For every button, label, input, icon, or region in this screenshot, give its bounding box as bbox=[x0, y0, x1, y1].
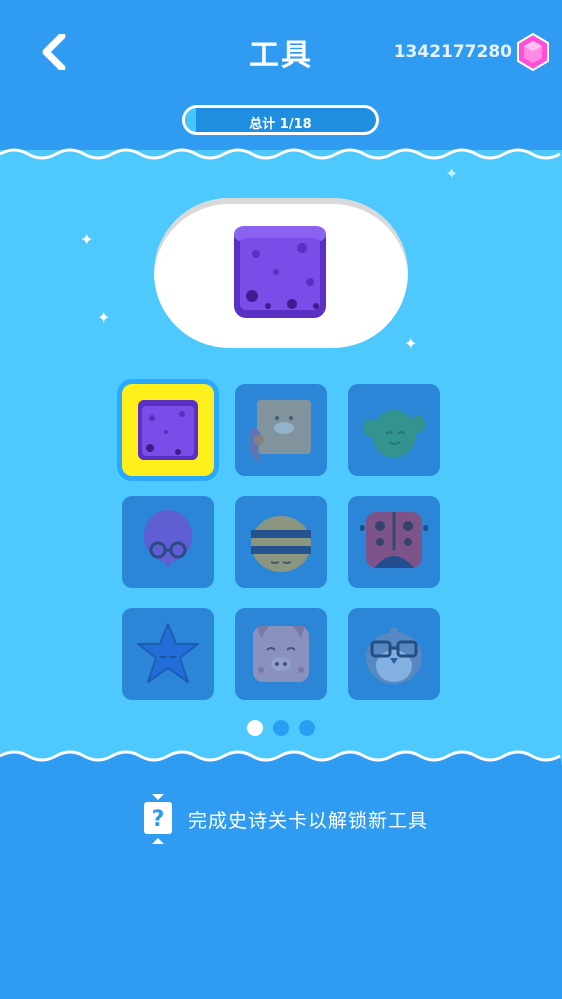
bottom-wave bbox=[0, 750, 562, 766]
tool-slot-blue-star[interactable] bbox=[122, 608, 214, 700]
unlock-hint: ? 完成史诗关卡以解锁新工具 bbox=[142, 792, 428, 846]
page-dot[interactable] bbox=[247, 720, 263, 736]
tool-slot-ladybug-block[interactable] bbox=[348, 496, 440, 588]
top-bar: 工具 1342177280 总计 1/18 bbox=[0, 0, 562, 150]
sparkle-icon: ✦ bbox=[445, 164, 459, 183]
gem-counter: 1342177280 bbox=[394, 33, 550, 71]
question-hourglass-icon: ? bbox=[144, 794, 172, 844]
cactus-block-icon bbox=[363, 410, 425, 458]
purple-balloon-glasses-icon bbox=[144, 510, 192, 568]
blue-star-icon bbox=[137, 623, 199, 683]
tool-slot-bee-block[interactable] bbox=[235, 496, 327, 588]
bee-block-icon bbox=[251, 516, 311, 572]
selected-tool-preview bbox=[154, 198, 408, 348]
gem-count: 1342177280 bbox=[393, 42, 512, 62]
tool-slot-purple-balloon-glasses[interactable] bbox=[122, 496, 214, 588]
pig-block-icon bbox=[253, 626, 309, 682]
ladybug-block-icon bbox=[360, 512, 428, 568]
tool-slot-biscuit-dog-block[interactable] bbox=[235, 384, 327, 476]
total-progress-label: 总计 1/18 bbox=[249, 117, 312, 132]
tool-slot-purple-sponge-block[interactable] bbox=[122, 384, 214, 476]
page-indicator bbox=[0, 720, 562, 736]
sparkle-icon: ✦ bbox=[97, 308, 111, 327]
top-wave bbox=[0, 148, 562, 164]
page-dot[interactable] bbox=[299, 720, 315, 736]
sparkle-icon: ✦ bbox=[80, 230, 94, 249]
page-dot[interactable] bbox=[273, 720, 289, 736]
tool-slot-pig-block[interactable] bbox=[235, 608, 327, 700]
tool-slot-cactus-block[interactable] bbox=[348, 384, 440, 476]
svg-text:?: ? bbox=[152, 807, 165, 832]
unlock-hint-text: 完成史诗关卡以解锁新工具 bbox=[188, 809, 429, 832]
purple-sponge-block-icon bbox=[234, 226, 326, 318]
penguin-glasses-icon bbox=[366, 627, 422, 684]
total-progress: 总计 1/18 bbox=[182, 105, 379, 135]
purple-sponge-block-icon bbox=[138, 400, 198, 460]
gem-icon bbox=[517, 33, 549, 71]
tool-slot-penguin-glasses[interactable] bbox=[348, 608, 440, 700]
sparkle-icon: ✦ bbox=[404, 334, 418, 353]
biscuit-dog-block-icon bbox=[249, 400, 311, 462]
